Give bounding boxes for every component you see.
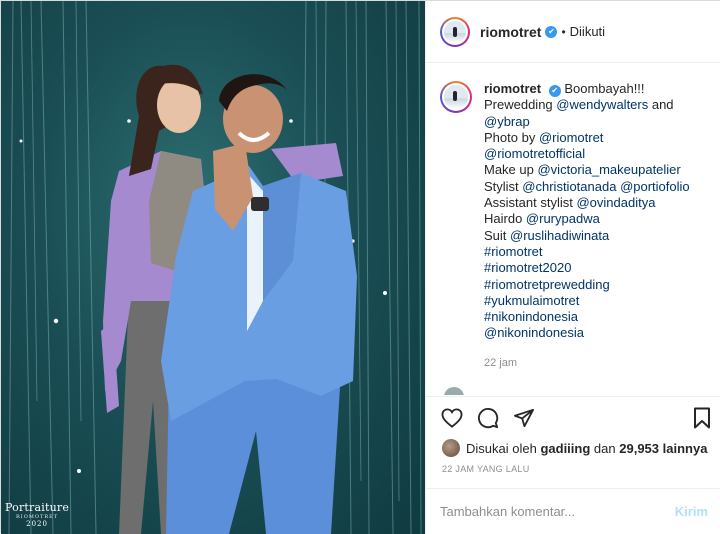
caption-line: riomotret ✔ Boombayah!!! bbox=[484, 81, 704, 97]
caption-line: #nikonindonesia bbox=[484, 309, 704, 325]
likes-count-link[interactable]: 29,953 lainnya bbox=[619, 441, 707, 456]
caption-text: riomotret ✔ Boombayah!!! Prewedding @wen… bbox=[484, 81, 704, 371]
caption-line-text: and bbox=[648, 97, 674, 113]
comment-input[interactable] bbox=[440, 504, 675, 519]
mention-link[interactable]: @christiotanada bbox=[522, 179, 616, 194]
caption-line-text: Prewedding bbox=[484, 97, 557, 113]
caption-line: @riomotretofficial bbox=[484, 146, 704, 162]
partially-hidden-comment bbox=[440, 387, 700, 395]
author-avatar[interactable] bbox=[440, 16, 470, 47]
post-actions-bar bbox=[426, 396, 720, 436]
mention-link[interactable]: @ruslihadiwinata bbox=[510, 228, 609, 243]
caption-line: #riomotretprewedding bbox=[484, 277, 704, 293]
post-photo[interactable]: Portraiture RIOMOTRET 2020 bbox=[1, 1, 425, 534]
share-send-icon[interactable] bbox=[512, 406, 536, 430]
liker-avatar[interactable] bbox=[442, 439, 460, 457]
hashtag-link[interactable]: #yukmulaimotret bbox=[484, 293, 579, 308]
caption-line: Stylist @christiotanada @portiofolio bbox=[484, 179, 704, 195]
post-side-panel: riomotret ✔ • Diikuti riomotret ✔ Boomba… bbox=[425, 1, 720, 534]
caption-avatar-ring bbox=[442, 83, 470, 111]
post-comment-button[interactable]: Kirim bbox=[675, 504, 708, 519]
mention-link[interactable]: @ovindaditya bbox=[576, 195, 655, 210]
avatar-ring bbox=[442, 18, 468, 45]
caption-line: Suit @ruslihadiwinata bbox=[484, 228, 704, 244]
bookmark-save-icon[interactable] bbox=[690, 406, 714, 430]
caption-avatar-image bbox=[444, 85, 468, 109]
follow-status-button[interactable]: Diikuti bbox=[570, 24, 605, 39]
caption-line-text: Photo by bbox=[484, 129, 539, 145]
caption-line: Assistant stylist @ovindaditya bbox=[484, 195, 704, 211]
hashtag-link[interactable]: #nikonindonesia bbox=[484, 309, 578, 324]
caption-line: Photo by @riomotret bbox=[484, 130, 704, 146]
caption-line: #riomotret bbox=[484, 244, 704, 260]
photo-illustration bbox=[8, 1, 422, 534]
comment-avatar[interactable] bbox=[444, 387, 464, 395]
caption-line: Make up @victoria_makeupatelier bbox=[484, 162, 704, 178]
caption-time[interactable]: 22 jam bbox=[484, 355, 704, 371]
like-heart-icon[interactable] bbox=[440, 406, 464, 430]
instagram-post-window: Portraiture RIOMOTRET 2020 riomotret ✔ •… bbox=[0, 0, 720, 534]
likes-mid: dan bbox=[593, 440, 616, 456]
hashtag-link[interactable]: #riomotret2020 bbox=[484, 260, 571, 275]
caption-line-text: Boombayah!!! bbox=[564, 81, 645, 96]
caption-line-text: Stylist bbox=[484, 178, 523, 194]
likes-prefix: Disukai oleh bbox=[466, 440, 537, 456]
caption-username[interactable]: riomotret bbox=[484, 81, 541, 96]
avatar-image bbox=[444, 20, 466, 43]
caption-line-text: Assistant stylist bbox=[484, 195, 577, 211]
mention-link[interactable]: @rurypadwa bbox=[526, 211, 600, 226]
caption-line: Hairdo @rurypadwa bbox=[484, 211, 704, 227]
watermark-subtitle: RIOMOTRET bbox=[15, 514, 59, 520]
hashtag-link[interactable]: #riomotretprewedding bbox=[484, 277, 610, 292]
caption-verified-icon: ✔ bbox=[548, 85, 561, 97]
caption-line-text: Make up bbox=[484, 162, 538, 178]
mention-link[interactable]: @riomotretofficial bbox=[484, 146, 585, 161]
caption-line-text: Suit bbox=[484, 227, 511, 243]
liker-username[interactable]: gadiiing bbox=[540, 441, 590, 456]
caption-line: #yukmulaimotret bbox=[484, 293, 704, 309]
watermark-title: Portraiture bbox=[5, 501, 70, 514]
caption-line: #riomotret2020 bbox=[484, 260, 704, 276]
caption-line: @ybrap bbox=[484, 114, 704, 130]
mention-link[interactable]: @ybrap bbox=[484, 114, 530, 129]
caption-line: @nikonindonesia bbox=[484, 325, 704, 341]
mention-link[interactable]: @victoria_makeupatelier bbox=[537, 162, 680, 177]
mention-link[interactable]: @wendywalters bbox=[556, 97, 648, 112]
mention-link[interactable]: @nikonindonesia bbox=[484, 325, 584, 340]
verified-badge-icon: ✔ bbox=[545, 25, 558, 38]
watermark-year: 2020 bbox=[26, 520, 48, 528]
likes-summary: Disukai oleh gadiiing dan 29,953 lainnya bbox=[442, 437, 707, 459]
comment-box: Kirim bbox=[426, 488, 720, 534]
comment-bubble-icon[interactable] bbox=[476, 406, 500, 430]
caption-line-text: Hairdo bbox=[484, 211, 526, 227]
post-header: riomotret ✔ • Diikuti bbox=[426, 1, 720, 63]
hashtag-link[interactable]: #riomotret bbox=[484, 244, 543, 259]
photo-watermark: Portraiture RIOMOTRET 2020 bbox=[5, 501, 69, 528]
caption-avatar[interactable] bbox=[440, 81, 472, 113]
author-username[interactable]: riomotret bbox=[480, 24, 541, 40]
mention-link[interactable]: @portiofolio bbox=[620, 179, 690, 194]
mention-link[interactable]: @riomotret bbox=[539, 130, 604, 145]
caption-line: Prewedding @wendywalters and bbox=[484, 97, 704, 113]
header-separator: • bbox=[561, 24, 566, 39]
post-timestamp[interactable]: 22 JAM YANG LALU bbox=[442, 464, 530, 474]
post-caption: riomotret ✔ Boombayah!!! Prewedding @wen… bbox=[440, 81, 710, 371]
